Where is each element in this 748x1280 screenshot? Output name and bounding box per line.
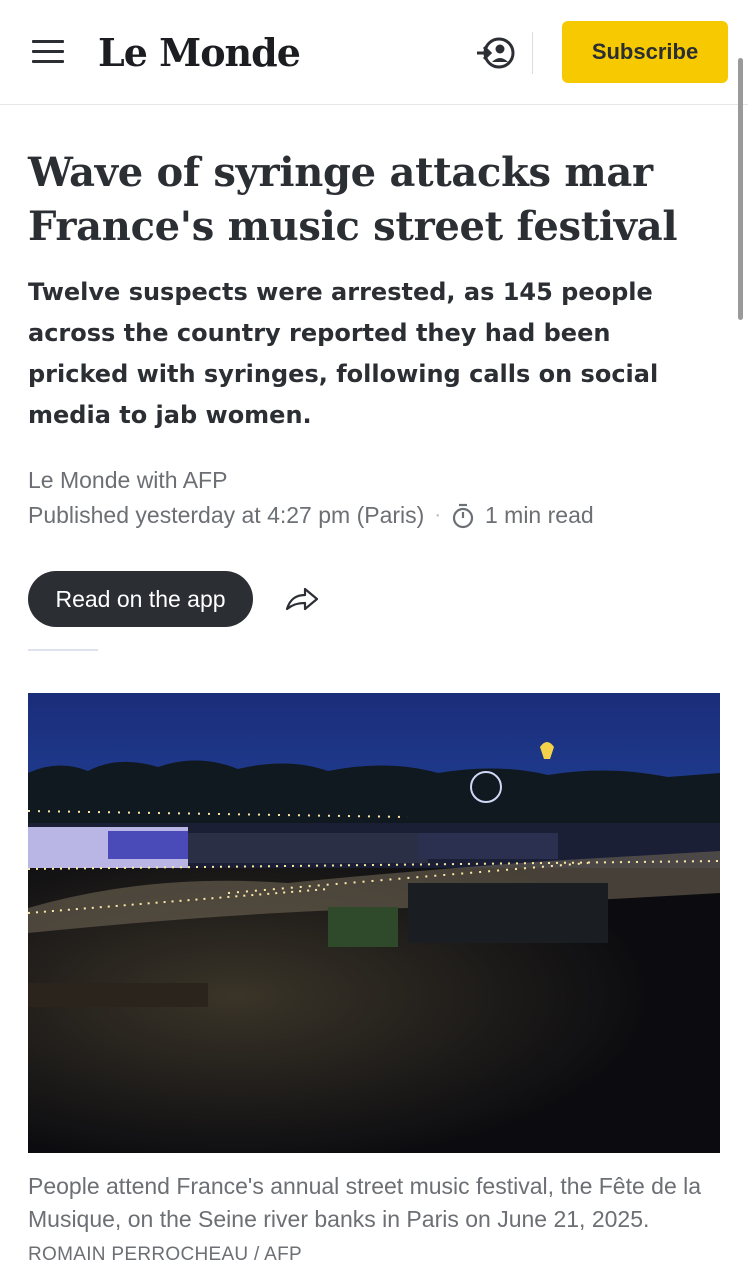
stopwatch-icon	[452, 503, 474, 528]
header-divider	[532, 32, 533, 74]
account-login-icon[interactable]	[474, 35, 516, 71]
caption-text: People attend France's annual street mus…	[28, 1173, 702, 1232]
share-arrow-icon[interactable]	[284, 585, 320, 613]
article-summary: Twelve suspects were arrested, as 145 pe…	[28, 278, 659, 429]
read-on-app-button[interactable]: Read on the app	[28, 571, 253, 627]
read-time: 1 min read	[484, 502, 594, 528]
article-author: Le Monde with AFP	[28, 467, 228, 493]
meta-separator: ·	[434, 504, 441, 526]
photo-caption: People attend France's annual street mus…	[28, 1170, 718, 1271]
published-date: Published yesterday at 4:27 pm (Paris)	[28, 502, 425, 528]
hamburger-menu-icon[interactable]	[32, 40, 64, 64]
top-header: Le Monde Subscribe	[0, 0, 748, 105]
article-title: Wave of syringe attacks mar France's mus…	[28, 149, 678, 250]
content-divider	[28, 649, 98, 651]
le-monde-logo[interactable]: Le Monde	[98, 30, 301, 76]
festival-photo	[28, 693, 720, 1153]
photo-credit: ROMAIN PERROCHEAU / AFP	[28, 1244, 302, 1265]
scrollbar[interactable]	[738, 58, 743, 320]
subscribe-button[interactable]: Subscribe	[562, 21, 728, 83]
article-meta: Published yesterday at 4:27 pm (Paris) ·…	[28, 502, 594, 529]
